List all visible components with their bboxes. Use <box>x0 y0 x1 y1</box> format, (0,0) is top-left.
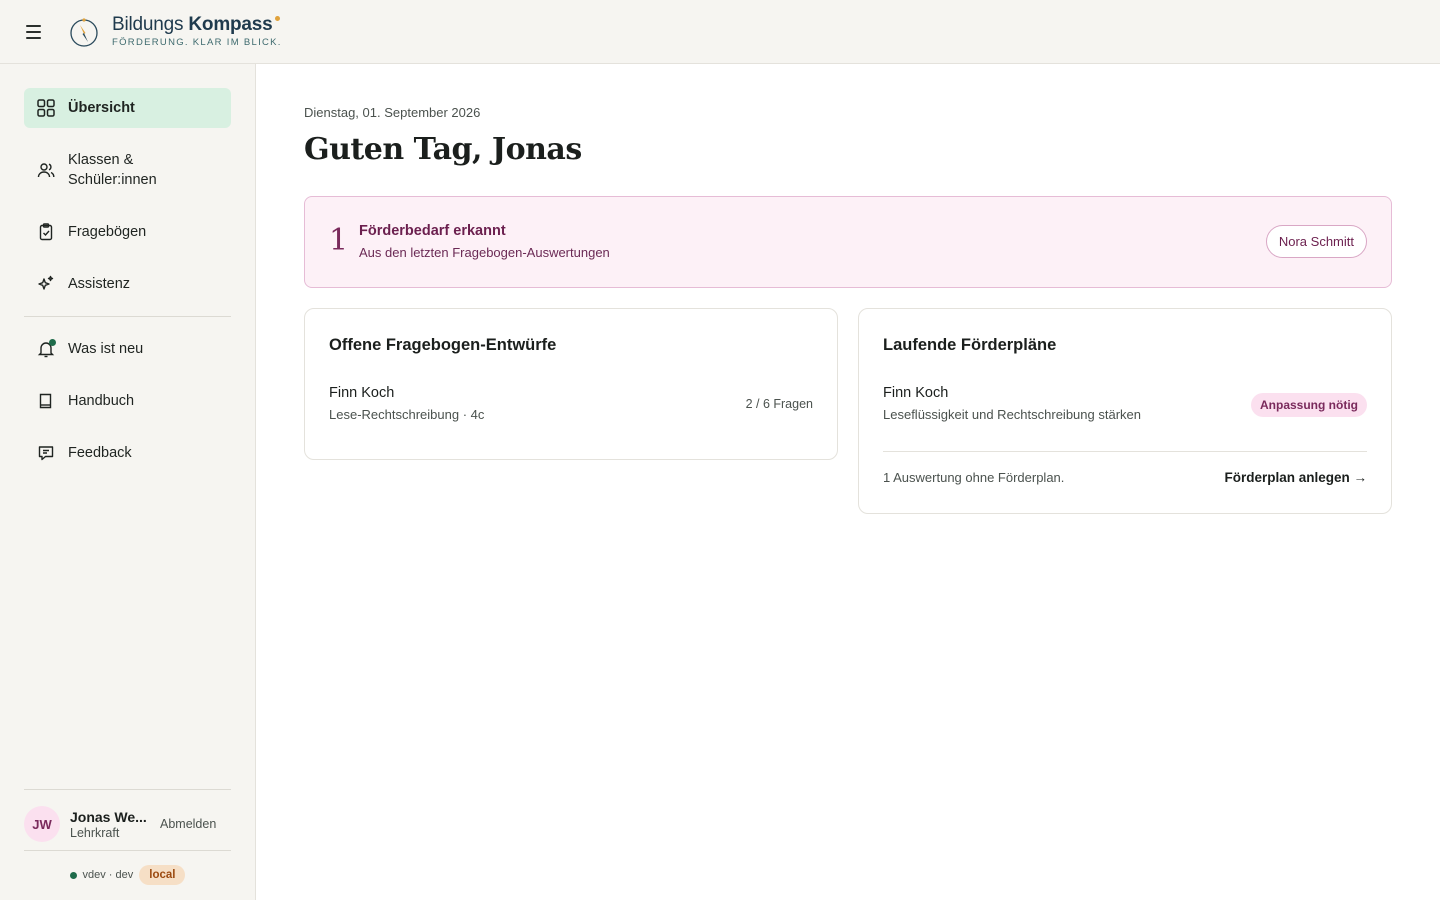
sidebar-item-handbuch[interactable]: Handbuch <box>24 381 231 421</box>
alert-count: 1 <box>329 223 349 258</box>
users-icon <box>36 160 56 180</box>
clipboard-icon <box>36 222 56 242</box>
sidebar-item-label: Feedback <box>68 445 132 461</box>
bell-icon <box>36 339 56 359</box>
sidebar-item-label: Was ist neu <box>68 341 144 357</box>
sidebar-item-assistenz[interactable]: Assistenz <box>24 264 231 304</box>
sidebar-divider <box>24 316 231 317</box>
compass-logo-icon <box>70 17 98 47</box>
sidebar-item-label: Handbuch <box>68 393 135 409</box>
user-role: Lehrkraft <box>70 825 120 840</box>
question-progress: 2 / 6 Fragen <box>745 397 813 411</box>
sidebar-item-label: Assistenz <box>68 276 131 292</box>
sidebar-item-uebersicht[interactable]: Übersicht <box>24 88 231 128</box>
chat-icon <box>36 443 56 463</box>
avatar[interactable]: JW <box>24 806 60 842</box>
plan-goal: Leseflüssigkeit und Rechtschreibung stär… <box>883 407 1141 422</box>
user-name: Jonas We... <box>70 808 147 825</box>
card-divider <box>883 451 1367 452</box>
student-name: Finn Koch <box>883 385 949 401</box>
questionnaire-subject: Lese-Rechtschreibung · 4c <box>329 407 485 422</box>
card-title: Offene Fragebogen-Entwürfe <box>329 336 557 354</box>
top-bar: Bildungs Kompass FÖRDERUNG. KLAR IM BLIC… <box>0 0 1440 64</box>
plans-card: Laufende Förderpläne Finn Koch Leseflüss… <box>858 308 1392 514</box>
environment-info: vdev · dev local <box>24 862 231 888</box>
student-name: Finn Koch <box>329 385 395 401</box>
sidebar-divider <box>24 789 231 790</box>
drafts-card: Offene Fragebogen-Entwürfe Finn Koch Les… <box>304 308 838 460</box>
page-title: Guten Tag, Jonas <box>304 132 582 167</box>
sidebar-item-label: Übersicht <box>68 100 135 116</box>
evaluations-without-plan: 1 Auswertung ohne Förderplan. <box>883 470 1065 485</box>
brand-tagline: FÖRDERUNG. KLAR IM BLICK. <box>112 37 282 48</box>
sidebar-item-frageboegen[interactable]: Fragebögen <box>24 212 231 252</box>
sidebar-item-was-ist-neu[interactable]: Was ist neu <box>24 329 231 369</box>
create-plan-link[interactable]: Förderplan anlegen → <box>1224 470 1367 485</box>
current-date: Dienstag, 01. September 2026 <box>304 105 481 120</box>
env-badge: local <box>139 865 186 885</box>
notification-dot <box>49 339 56 346</box>
sidebar-item-klassen[interactable]: Klassen & Schüler:innen <box>24 140 231 200</box>
sidebar-item-label: Fragebögen <box>68 224 147 240</box>
sparkle-icon <box>36 274 56 294</box>
brand-name: Bildungs Kompass <box>112 15 282 35</box>
alert-title: Förderbedarf erkannt <box>359 223 506 239</box>
grid-icon <box>36 98 56 118</box>
sidebar-item-label: Klassen & Schüler:innen <box>68 152 157 188</box>
status-badge: Anpassung nötig <box>1251 393 1367 417</box>
sidebar: Übersicht Klassen & Schüler:innen Frageb… <box>0 64 256 900</box>
card-title: Laufende Förderpläne <box>883 336 1057 354</box>
alert-subtitle: Aus den letzten Fragebogen-Auswertungen <box>359 245 610 260</box>
logout-button[interactable]: Abmelden <box>160 817 216 831</box>
user-profile: JW Jonas We... Lehrkraft Abmelden <box>24 798 231 850</box>
sidebar-item-feedback[interactable]: Feedback <box>24 433 231 473</box>
student-chip-button[interactable]: Nora Schmitt <box>1265 225 1367 258</box>
version-label: vdev · dev <box>82 869 134 881</box>
status-dot <box>69 871 77 879</box>
logo[interactable]: Bildungs Kompass FÖRDERUNG. KLAR IM BLIC… <box>68 15 282 48</box>
support-need-alert: 1 Förderbedarf erkannt Aus den letzten F… <box>304 196 1392 288</box>
book-icon <box>36 391 56 411</box>
sidebar-divider <box>24 850 231 851</box>
menu-icon[interactable] <box>22 20 46 44</box>
